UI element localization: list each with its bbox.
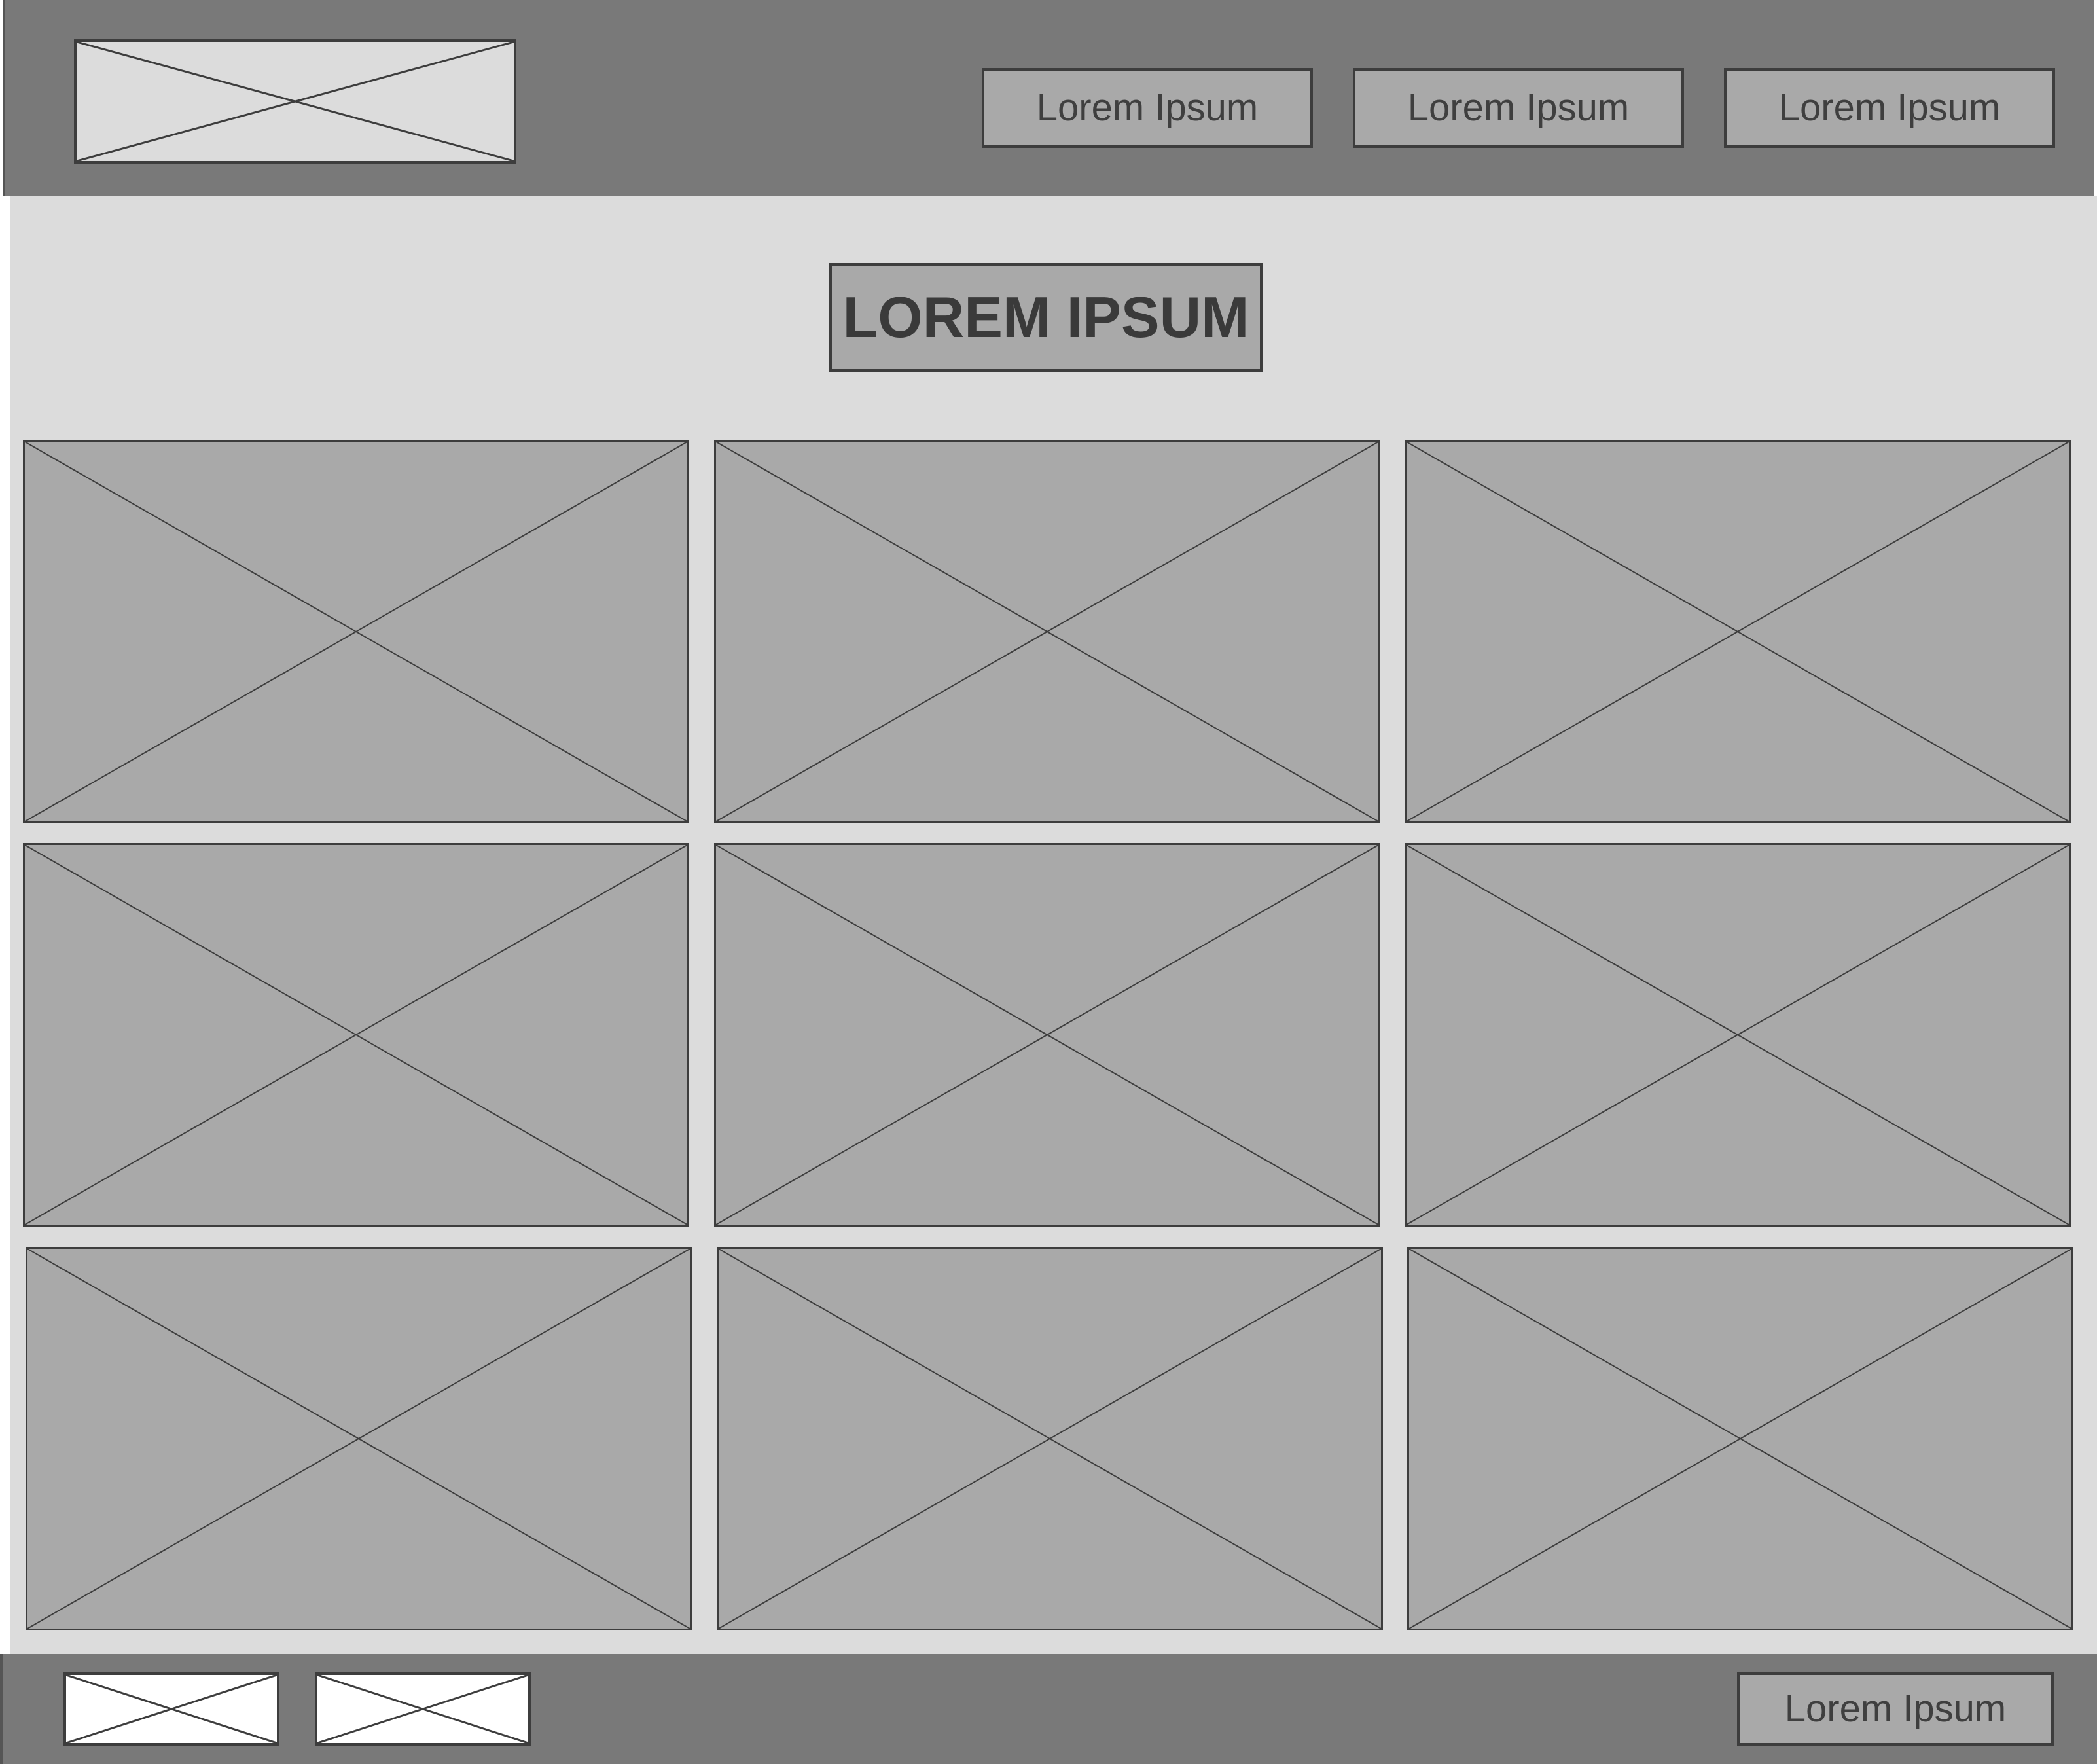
nav-button-1[interactable]: Lorem Ipsum	[982, 68, 1313, 148]
gallery-image-placeholder-icon[interactable]	[26, 1247, 692, 1630]
placeholder-cross	[25, 845, 687, 1225]
gallery-image-placeholder-icon[interactable]	[1405, 843, 2071, 1227]
page-title: LOREM IPSUM	[829, 263, 1263, 372]
placeholder-cross	[66, 1675, 277, 1743]
placeholder-cross	[1407, 442, 2069, 821]
gallery-image-placeholder-icon[interactable]	[714, 440, 1380, 823]
gallery-image-placeholder-icon[interactable]	[1405, 440, 2071, 823]
gallery-image-placeholder-icon[interactable]	[714, 843, 1380, 1227]
gallery-image-placeholder-icon[interactable]	[1407, 1247, 2073, 1630]
footer-image-placeholder-icon[interactable]	[315, 1672, 531, 1746]
placeholder-cross	[25, 442, 687, 821]
placeholder-cross	[716, 845, 1378, 1225]
nav-button-3[interactable]: Lorem Ipsum	[1724, 68, 2055, 148]
placeholder-cross	[317, 1675, 528, 1743]
wireframe-page: Lorem Ipsum Lorem Ipsum Lorem Ipsum LORE…	[0, 0, 2097, 1764]
gallery-image-placeholder-icon[interactable]	[23, 843, 689, 1227]
placeholder-cross	[27, 1249, 690, 1629]
placeholder-cross	[719, 1249, 1381, 1629]
logo-image-placeholder-icon[interactable]	[74, 39, 516, 164]
placeholder-cross	[716, 442, 1378, 821]
gallery-image-placeholder-icon[interactable]	[23, 440, 689, 823]
placeholder-cross	[77, 42, 514, 161]
footer-image-placeholder-icon[interactable]	[63, 1672, 279, 1746]
placeholder-cross	[1409, 1249, 2071, 1629]
placeholder-cross	[1407, 845, 2069, 1225]
gallery-image-placeholder-icon[interactable]	[717, 1247, 1383, 1630]
nav-button-2[interactable]: Lorem Ipsum	[1353, 68, 1684, 148]
footer-button[interactable]: Lorem Ipsum	[1737, 1672, 2054, 1746]
